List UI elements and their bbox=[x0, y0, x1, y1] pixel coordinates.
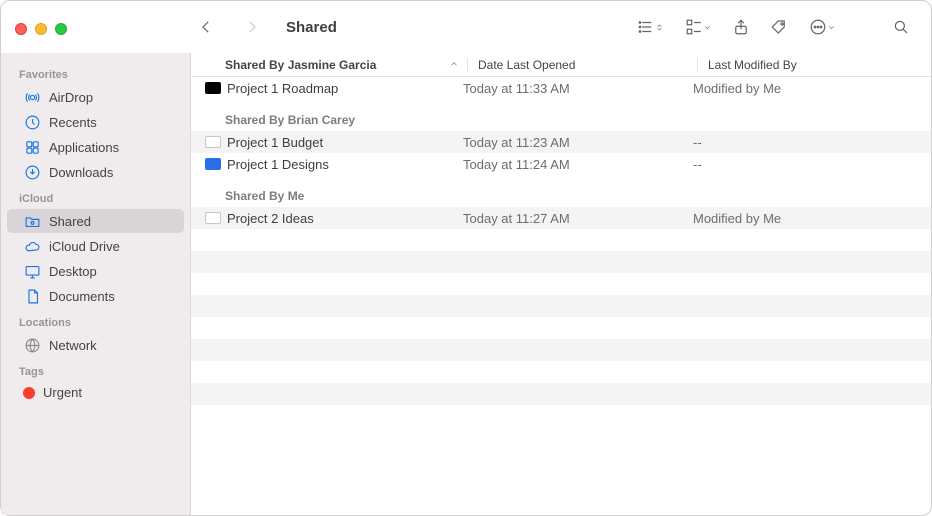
search-button[interactable] bbox=[885, 14, 917, 40]
sidebar-heading: Locations bbox=[1, 309, 190, 332]
apps-icon bbox=[23, 138, 41, 156]
empty-row bbox=[191, 229, 931, 251]
empty-row bbox=[191, 339, 931, 361]
sidebar: Favorites AirDrop Recents Applications Downl… bbox=[1, 53, 191, 515]
empty-row bbox=[191, 251, 931, 273]
more-actions-button[interactable] bbox=[801, 14, 843, 40]
sidebar-item-shared[interactable]: Shared bbox=[7, 209, 184, 233]
empty-row bbox=[191, 317, 931, 339]
file-icon bbox=[205, 158, 221, 170]
empty-row bbox=[191, 361, 931, 383]
sidebar-item-desktop[interactable]: Desktop bbox=[7, 259, 184, 283]
sidebar-item-label: Network bbox=[49, 338, 97, 353]
file-date: Today at 11:23 AM bbox=[463, 135, 693, 150]
file-row[interactable]: Project 2 Ideas Today at 11:27 AMModified… bbox=[191, 207, 931, 229]
file-date: Today at 11:33 AM bbox=[463, 81, 693, 96]
file-icon bbox=[205, 212, 221, 224]
share-button[interactable] bbox=[725, 14, 757, 40]
sidebar-item-label: Desktop bbox=[49, 264, 97, 279]
sidebar-item-label: Documents bbox=[49, 289, 115, 304]
sidebar-heading: Favorites bbox=[1, 61, 190, 84]
group-header: Shared By Brian Carey bbox=[191, 99, 931, 131]
column-header-name-label: Shared By Jasmine Garcia bbox=[225, 58, 376, 72]
file-name: Project 2 Ideas bbox=[227, 211, 314, 226]
file-row[interactable]: Project 1 Designs Today at 11:24 AM-- bbox=[191, 153, 931, 175]
sidebar-item-label: Downloads bbox=[49, 165, 113, 180]
file-list-panel: Shared By Jasmine Garcia Date Last Opene… bbox=[191, 53, 931, 515]
sidebar-item-airdrop[interactable]: AirDrop bbox=[7, 85, 184, 109]
document-icon bbox=[23, 287, 41, 305]
tag-dot-icon bbox=[23, 387, 35, 399]
sidebar-item-label: iCloud Drive bbox=[49, 239, 120, 254]
file-icon bbox=[205, 82, 221, 94]
clock-icon bbox=[23, 113, 41, 131]
chevron-updown-icon bbox=[655, 20, 664, 35]
cloud-icon bbox=[23, 237, 41, 255]
chevron-down-icon bbox=[827, 20, 836, 35]
forward-button[interactable] bbox=[236, 14, 268, 40]
sort-ascending-icon bbox=[449, 58, 459, 72]
column-header-date[interactable]: Date Last Opened bbox=[467, 58, 697, 72]
empty-row bbox=[191, 295, 931, 317]
file-icon bbox=[205, 136, 221, 148]
window-maximize-button[interactable] bbox=[55, 23, 67, 35]
file-row[interactable]: Project 1 Roadmap Today at 11:33 AMModifi… bbox=[191, 77, 931, 99]
empty-row bbox=[191, 383, 931, 405]
group-by-button[interactable] bbox=[677, 14, 719, 40]
sidebar-item-applications[interactable]: Applications bbox=[7, 135, 184, 159]
sidebar-item-documents[interactable]: Documents bbox=[7, 284, 184, 308]
file-modified-by: Modified by Me bbox=[693, 81, 931, 96]
globe-icon bbox=[23, 336, 41, 354]
sidebar-item-label: AirDrop bbox=[49, 90, 93, 105]
sidebar-heading: Tags bbox=[1, 358, 190, 381]
download-icon bbox=[23, 163, 41, 181]
sidebar-item-icloud-drive[interactable]: iCloud Drive bbox=[7, 234, 184, 258]
file-modified-by: -- bbox=[693, 157, 931, 172]
file-name: Project 1 Budget bbox=[227, 135, 323, 150]
sidebar-item-label: Applications bbox=[49, 140, 119, 155]
view-list-button[interactable] bbox=[629, 14, 671, 40]
empty-row bbox=[191, 405, 931, 427]
shared-folder-icon bbox=[23, 212, 41, 230]
file-modified-by: -- bbox=[693, 135, 931, 150]
file-modified-by: Modified by Me bbox=[693, 211, 931, 226]
sidebar-item-urgent[interactable]: Urgent bbox=[7, 382, 184, 403]
file-date: Today at 11:24 AM bbox=[463, 157, 693, 172]
window-close-button[interactable] bbox=[15, 23, 27, 35]
sidebar-heading: iCloud bbox=[1, 185, 190, 208]
sidebar-item-label: Recents bbox=[49, 115, 97, 130]
file-row[interactable]: Project 1 Budget Today at 11:23 AM-- bbox=[191, 131, 931, 153]
file-date: Today at 11:27 AM bbox=[463, 211, 693, 226]
column-header-modified-by[interactable]: Last Modified By bbox=[697, 58, 931, 72]
sidebar-item-label: Urgent bbox=[43, 385, 82, 400]
sidebar-item-label: Shared bbox=[49, 214, 91, 229]
column-header-name[interactable]: Shared By Jasmine Garcia bbox=[225, 58, 467, 72]
empty-row bbox=[191, 273, 931, 295]
window-minimize-button[interactable] bbox=[35, 23, 47, 35]
file-name: Project 1 Designs bbox=[227, 157, 329, 172]
sidebar-item-recents[interactable]: Recents bbox=[7, 110, 184, 134]
tag-button[interactable] bbox=[763, 14, 795, 40]
sidebar-item-network[interactable]: Network bbox=[7, 333, 184, 357]
back-button[interactable] bbox=[190, 14, 222, 40]
chevron-down-icon bbox=[703, 20, 712, 35]
airdrop-icon bbox=[23, 88, 41, 106]
sidebar-item-downloads[interactable]: Downloads bbox=[7, 160, 184, 184]
desktop-icon bbox=[23, 262, 41, 280]
group-header: Shared By Me bbox=[191, 175, 931, 207]
file-name: Project 1 Roadmap bbox=[227, 81, 338, 96]
window-title: Shared bbox=[286, 19, 337, 36]
